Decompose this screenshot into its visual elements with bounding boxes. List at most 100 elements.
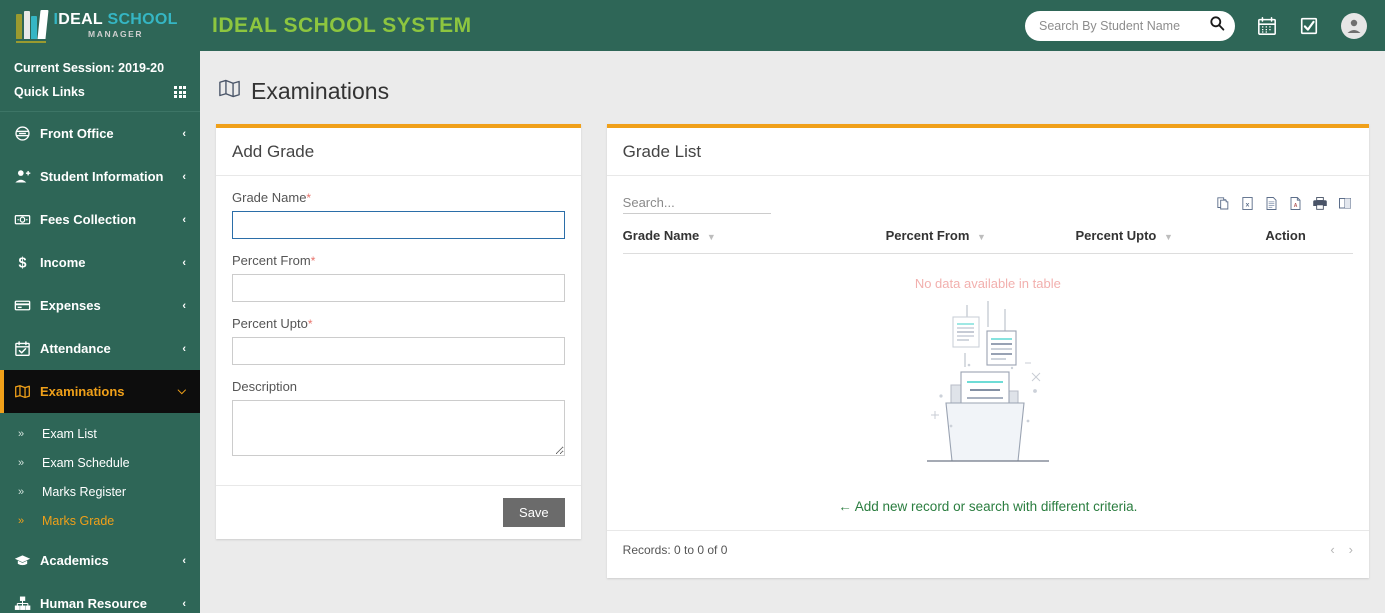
column-header-grade-name[interactable]: Grade Name ▼ bbox=[622, 228, 886, 254]
global-search[interactable] bbox=[1025, 10, 1235, 41]
print-icon[interactable] bbox=[1312, 196, 1328, 211]
field-label: Percent From* bbox=[232, 253, 565, 268]
grade-name-input[interactable] bbox=[232, 211, 565, 239]
pagination-prev[interactable]: ‹ bbox=[1330, 542, 1334, 557]
submenu-item-exam-schedule[interactable]: » Exam Schedule bbox=[0, 448, 200, 477]
label-text: Grade Name bbox=[232, 190, 307, 205]
application-root: IDEAL SCHOOL MANAGER IDEAL SCHOOL SYSTEM bbox=[0, 0, 1385, 613]
sidebar-menu: Front Office ‹ Student Information ‹ Fee… bbox=[0, 112, 200, 413]
table-head: Grade Name ▼ Percent From ▼ Percent Upto… bbox=[622, 228, 1353, 254]
no-data-message: No data available in table bbox=[914, 276, 1061, 291]
sidebar-item-academics[interactable]: Academics ‹ bbox=[0, 539, 200, 582]
chevron-left-icon: ‹ bbox=[182, 597, 186, 610]
sort-arrow-icon: ▼ bbox=[1164, 232, 1173, 242]
chevron-left-icon: ‹ bbox=[182, 342, 186, 355]
top-header-bar: IDEAL SCHOOL MANAGER IDEAL SCHOOL SYSTEM bbox=[0, 0, 1385, 51]
percent-upto-input[interactable] bbox=[232, 337, 565, 365]
submenu-label: Marks Grade bbox=[42, 513, 115, 528]
submenu-item-marks-grade[interactable]: » Marks Grade bbox=[0, 506, 200, 535]
sidebar-item-human-resource[interactable]: Human Resource ‹ bbox=[0, 582, 200, 613]
required-marker: * bbox=[307, 317, 313, 331]
page-title-text: Examinations bbox=[251, 78, 390, 104]
add-grade-card: Add Grade Grade Name* Percent From* Perc… bbox=[216, 124, 581, 539]
quick-links-row[interactable]: Quick Links bbox=[14, 85, 186, 99]
pagination-next[interactable]: › bbox=[1349, 542, 1353, 557]
empty-state-illustration bbox=[623, 291, 1353, 491]
table-body: No data available in table bbox=[623, 254, 1353, 291]
empty-state-hint: ← Add new record or search with differen… bbox=[623, 491, 1353, 530]
double-chevron-icon: » bbox=[18, 514, 25, 527]
map-book-icon bbox=[218, 77, 241, 106]
hint-text: Add new record or search with different … bbox=[854, 499, 1138, 514]
sidebar-header: Current Session: 2019-20 Quick Links bbox=[0, 51, 200, 107]
sidebar-label: Expenses bbox=[40, 298, 101, 313]
books-logo-icon bbox=[16, 9, 49, 39]
app-title: IDEAL SCHOOL SYSTEM bbox=[212, 13, 472, 37]
submenu-item-exam-list[interactable]: » Exam List bbox=[0, 419, 200, 448]
user-avatar[interactable] bbox=[1341, 12, 1367, 39]
description-textarea[interactable] bbox=[232, 400, 565, 456]
sort-arrow-icon: ▼ bbox=[706, 232, 716, 242]
panels-row: Add Grade Grade Name* Percent From* Perc… bbox=[216, 124, 1369, 578]
sidebar-item-fees-collection[interactable]: Fees Collection ‹ bbox=[0, 198, 200, 241]
search-icon[interactable] bbox=[1209, 15, 1225, 36]
excel-icon[interactable]: x bbox=[1240, 196, 1255, 211]
table-footer: Records: 0 to 0 of 0 ‹ › bbox=[606, 530, 1369, 568]
field-grade-name: Grade Name* bbox=[232, 190, 565, 239]
book-open-icon bbox=[14, 383, 40, 400]
columns-icon[interactable] bbox=[1337, 196, 1353, 211]
sidebar-label: Income bbox=[40, 255, 86, 270]
pdf-icon[interactable]: A bbox=[1288, 196, 1303, 211]
sidebar-label: Human Resource bbox=[40, 596, 147, 611]
logo-word-deal: DEAL bbox=[58, 11, 103, 29]
percent-from-input[interactable] bbox=[232, 274, 565, 302]
label-text: Percent From bbox=[232, 253, 311, 268]
logo-word-school: SCHOOL bbox=[107, 11, 178, 29]
submenu-label: Exam Schedule bbox=[42, 455, 130, 470]
sidebar-item-expenses[interactable]: Expenses ‹ bbox=[0, 284, 200, 327]
svg-text:A: A bbox=[1294, 203, 1298, 209]
brand-logo[interactable]: IDEAL SCHOOL MANAGER bbox=[0, 0, 200, 51]
student-icon bbox=[14, 168, 40, 185]
table-search-input[interactable] bbox=[622, 192, 771, 214]
sidebar-item-front-office[interactable]: Front Office ‹ bbox=[0, 112, 200, 155]
save-button[interactable]: Save bbox=[503, 498, 565, 527]
current-session-label: Current Session: 2019-20 bbox=[14, 61, 165, 75]
chevron-left-icon: ‹ bbox=[182, 256, 186, 269]
field-description: Description bbox=[232, 379, 565, 461]
sidebar-label: Front Office bbox=[40, 126, 114, 141]
column-label: Percent Upto bbox=[1075, 228, 1157, 243]
dollar-icon: $ bbox=[14, 254, 40, 271]
table-toolbar: x bbox=[622, 190, 1353, 214]
search-input[interactable] bbox=[1039, 18, 1209, 33]
field-label: Grade Name* bbox=[232, 190, 565, 205]
column-label: Grade Name bbox=[622, 228, 700, 243]
column-header-action: Action bbox=[1265, 228, 1353, 254]
grid-icon[interactable] bbox=[174, 86, 186, 98]
column-header-percent-from[interactable]: Percent From ▼ bbox=[885, 228, 1076, 254]
chevron-left-icon: ‹ bbox=[182, 213, 186, 226]
logo-underline bbox=[16, 40, 47, 43]
csv-icon[interactable] bbox=[1264, 196, 1279, 211]
header-actions bbox=[1025, 10, 1385, 41]
svg-text:$: $ bbox=[18, 256, 26, 271]
submenu-item-marks-register[interactable]: » Marks Register bbox=[0, 477, 200, 506]
sort-arrow-icon: ▼ bbox=[977, 232, 986, 242]
sidebar-item-examinations[interactable]: Examinations ⌵ bbox=[0, 370, 200, 413]
sidebar-label: Student Information bbox=[40, 169, 164, 184]
graduation-cap-icon bbox=[14, 552, 40, 569]
label-text: Percent Upto bbox=[232, 316, 308, 331]
copy-icon[interactable] bbox=[1216, 196, 1231, 211]
chevron-left-icon: ‹ bbox=[182, 299, 186, 312]
sidebar-item-student-information[interactable]: Student Information ‹ bbox=[0, 155, 200, 198]
calendar-icon[interactable] bbox=[1257, 16, 1277, 36]
calendar-check-icon bbox=[14, 340, 40, 357]
sidebar-item-attendance[interactable]: Attendance ‹ bbox=[0, 327, 200, 370]
double-chevron-icon: » bbox=[18, 456, 25, 469]
checkbox-icon[interactable] bbox=[1299, 16, 1319, 36]
double-chevron-icon: » bbox=[18, 485, 25, 498]
front-office-icon bbox=[14, 125, 40, 142]
sidebar-item-income[interactable]: $ Income ‹ bbox=[0, 241, 200, 284]
column-header-percent-upto[interactable]: Percent Upto ▼ bbox=[1075, 228, 1266, 254]
org-chart-icon bbox=[14, 595, 40, 612]
